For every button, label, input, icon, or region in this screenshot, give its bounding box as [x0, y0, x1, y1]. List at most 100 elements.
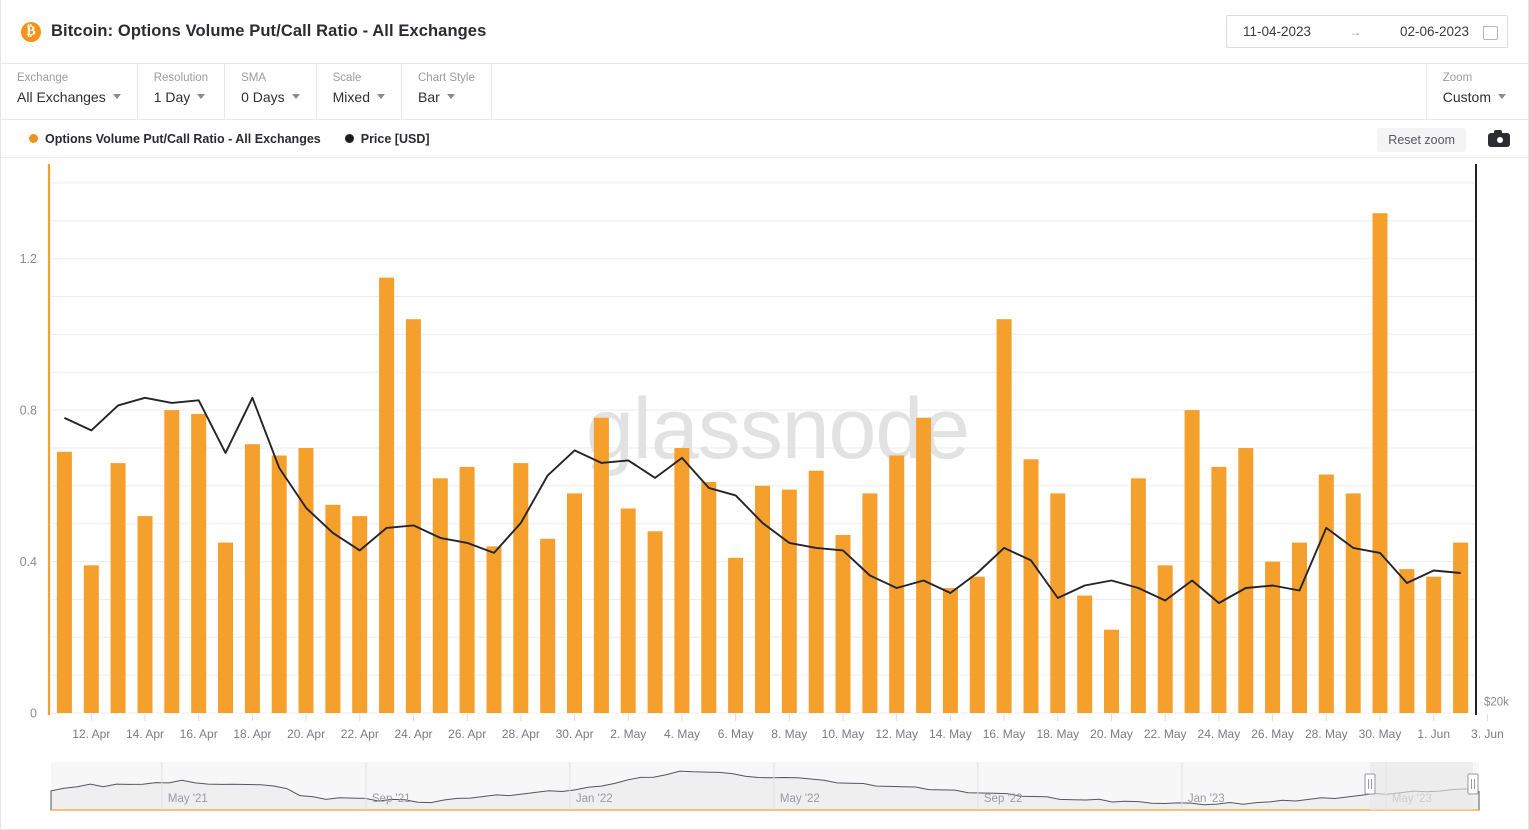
chart-bar[interactable]: [782, 490, 797, 713]
chart-bar[interactable]: [1077, 596, 1092, 713]
control-scale-label: Scale: [333, 72, 385, 85]
chart-bar[interactable]: [1185, 410, 1200, 713]
title-bar: ₿ Bitcoin: Options Volume Put/Call Ratio…: [1, 0, 1528, 64]
chart-bar[interactable]: [862, 493, 877, 713]
chart-bar[interactable]: [1426, 577, 1441, 713]
chart-bar[interactable]: [299, 448, 314, 713]
chart-bar[interactable]: [916, 418, 931, 713]
chart-bar[interactable]: [728, 558, 743, 713]
chart-bar[interactable]: [755, 486, 770, 713]
legend-dot-ratio: [29, 134, 38, 143]
chevron-down-icon[interactable]: [377, 94, 385, 99]
chart-bar[interactable]: [1238, 448, 1253, 713]
control-exchange[interactable]: Exchange All Exchanges: [1, 64, 138, 119]
chart-bar[interactable]: [245, 444, 260, 713]
navigator-right-handle[interactable]: [1468, 774, 1478, 794]
control-resolution[interactable]: Resolution 1 Day: [138, 64, 225, 119]
chart-bar[interactable]: [1158, 565, 1173, 713]
chart-bar[interactable]: [970, 577, 985, 713]
chart-bar[interactable]: [272, 456, 287, 714]
chart-bar[interactable]: [943, 588, 958, 713]
chart-bar[interactable]: [1211, 467, 1226, 713]
camera-icon[interactable]: [1488, 130, 1510, 147]
navigator-tick-label: Sep '22: [984, 793, 1023, 805]
chart-bar[interactable]: [406, 319, 421, 713]
chart-bar[interactable]: [379, 278, 394, 713]
control-scale-value[interactable]: Mixed: [333, 89, 385, 105]
chart-bar[interactable]: [1131, 478, 1146, 713]
control-chart-style-value[interactable]: Bar: [418, 89, 475, 105]
control-scale[interactable]: Scale Mixed: [317, 64, 402, 119]
legend-item-price[interactable]: Price [USD]: [345, 132, 430, 146]
chart-bar[interactable]: [138, 516, 153, 713]
chart-bar[interactable]: [889, 456, 904, 714]
chart-bar[interactable]: [218, 543, 233, 713]
control-sma-label: SMA: [241, 72, 300, 85]
calendar-icon[interactable]: [1483, 24, 1497, 39]
chart-bar[interactable]: [809, 471, 824, 713]
control-zoom[interactable]: Zoom Custom: [1426, 64, 1528, 120]
chart-bar[interactable]: [1373, 213, 1388, 713]
chart-bar[interactable]: [674, 448, 689, 713]
x-axis-tick-label: 20. Apr: [287, 727, 325, 741]
x-axis-tick-label: 3. Jun: [1471, 727, 1504, 741]
chart-bar[interactable]: [1346, 493, 1361, 713]
x-axis-tick-label: 12. May: [875, 727, 918, 741]
chart-bar[interactable]: [567, 493, 582, 713]
chevron-down-icon[interactable]: [197, 94, 205, 99]
chevron-down-icon[interactable]: [447, 94, 455, 99]
navigator-selected-range[interactable]: [1370, 762, 1473, 810]
chart-bar[interactable]: [1319, 475, 1334, 714]
control-zoom-label: Zoom: [1443, 72, 1506, 85]
chart-bar[interactable]: [433, 478, 448, 713]
control-chart-style[interactable]: Chart Style Bar: [402, 64, 492, 119]
control-sma-value[interactable]: 0 Days: [241, 89, 300, 105]
x-axis-tick-label: 22. Apr: [341, 727, 379, 741]
control-chart-style-label: Chart Style: [418, 72, 475, 85]
x-axis-tick-label: 30. May: [1359, 727, 1402, 741]
controls-bar: Exchange All Exchanges Resolution 1 Day …: [1, 64, 1528, 120]
chart-bar[interactable]: [513, 463, 528, 713]
date-range-picker[interactable]: 11-04-2023 → 02-06-2023: [1226, 15, 1508, 48]
chart-bar[interactable]: [1104, 630, 1119, 713]
chart-bar[interactable]: [84, 565, 99, 713]
chart-bar[interactable]: [487, 546, 502, 713]
chart-bar[interactable]: [540, 539, 555, 713]
reset-zoom-button[interactable]: Reset zoom: [1377, 128, 1466, 152]
chart-bar[interactable]: [1050, 493, 1065, 713]
chart-svg[interactable]: glassnode00.40.81.2$20k12. Apr14. Apr16.…: [1, 158, 1529, 758]
chart-bar[interactable]: [1024, 459, 1039, 713]
chart-bar[interactable]: [1399, 569, 1414, 713]
chevron-down-icon[interactable]: [1498, 94, 1506, 99]
chart-bar[interactable]: [111, 463, 126, 713]
control-zoom-value[interactable]: Custom: [1443, 89, 1506, 105]
control-chart-style-value-text: Bar: [418, 89, 440, 105]
chart-bar[interactable]: [164, 410, 179, 713]
navigator-left-handle[interactable]: [1365, 774, 1375, 794]
control-exchange-value[interactable]: All Exchanges: [17, 89, 121, 105]
x-axis-tick-label: 18. May: [1036, 727, 1079, 741]
chart-bar[interactable]: [1453, 543, 1468, 713]
chart-bar[interactable]: [701, 482, 716, 713]
chart-bar[interactable]: [57, 452, 72, 713]
chart-bar[interactable]: [1292, 543, 1307, 713]
chart-navigator[interactable]: May '21Sep '21Jan '22May '22Sep '22Jan '…: [1, 758, 1529, 830]
control-resolution-value[interactable]: 1 Day: [154, 89, 208, 105]
navigator-svg[interactable]: May '21Sep '21Jan '22May '22Sep '22Jan '…: [1, 758, 1529, 830]
chart-plot-area[interactable]: glassnode00.40.81.2$20k12. Apr14. Apr16.…: [1, 158, 1529, 758]
chart-bar[interactable]: [621, 509, 636, 714]
chevron-down-icon[interactable]: [292, 94, 300, 99]
chart-bar[interactable]: [191, 414, 206, 713]
chart-bar[interactable]: [997, 319, 1012, 713]
chart-bar[interactable]: [836, 535, 851, 713]
chart-bar[interactable]: [460, 467, 475, 713]
chart-bar[interactable]: [1265, 562, 1280, 713]
x-axis-tick-label: 30. Apr: [556, 727, 594, 741]
chevron-down-icon[interactable]: [113, 94, 121, 99]
date-range-end[interactable]: 02-06-2023: [1400, 24, 1475, 39]
legend-item-ratio[interactable]: Options Volume Put/Call Ratio - All Exch…: [29, 132, 321, 146]
chart-bar[interactable]: [648, 531, 663, 713]
control-sma[interactable]: SMA 0 Days: [225, 64, 317, 119]
navigator-tick-label: Jan '23: [1188, 793, 1225, 805]
date-range-start[interactable]: 11-04-2023: [1237, 24, 1311, 39]
